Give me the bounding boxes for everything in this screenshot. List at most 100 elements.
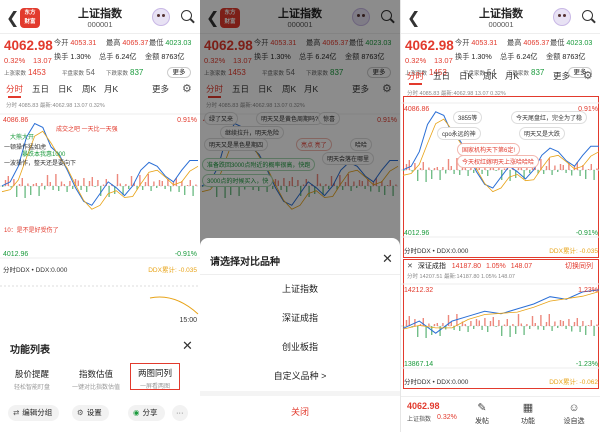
volume-bar [422, 162, 424, 170]
amount-stat: 金额 8763亿 [145, 52, 185, 61]
feature-price-alert[interactable]: 股价提醒 轻松智能盯盘 [8, 368, 56, 391]
compare-header: ✕ 深证成指 14187.80 1.05% 148.07 切换同列 [407, 261, 597, 271]
robot-avatar-icon[interactable] [553, 8, 571, 26]
volume-bar [10, 186, 12, 188]
volume-bar [509, 326, 511, 337]
volume-bar [403, 326, 405, 327]
volume-bar [512, 324, 514, 326]
option-custom[interactable]: 自定义品种 > [200, 369, 400, 382]
stock-code: 000001 [87, 20, 113, 29]
volume-bar [529, 170, 531, 173]
volume-bar [450, 166, 452, 170]
search-icon[interactable] [181, 10, 192, 21]
y-min-label: 13867.14 [404, 361, 433, 368]
switch-layout-button[interactable]: 切换同列 [565, 261, 593, 271]
option-shenzhen[interactable]: 深证成指 [200, 311, 400, 324]
feature-index-valuation[interactable]: 指数估值 一键对比指数估值 [70, 368, 122, 391]
volume-bar [576, 318, 578, 326]
tab-daily[interactable]: 日K [58, 83, 72, 95]
volume-bar [55, 174, 57, 186]
comment-tag: 一波操作，整天还是要向下 [4, 161, 77, 167]
quote-panel: 4062.98 0.32% 13.07 今开 4053.31 最高 4065.37 … [0, 36, 200, 80]
tab-more[interactable]: 更多 [152, 83, 169, 95]
volume-bar [442, 323, 444, 326]
tab-more[interactable]: 更多 [553, 70, 570, 82]
nav-functions[interactable]: ▦ 功能 [513, 402, 543, 426]
close-icon[interactable]: ✕ [182, 338, 193, 354]
volume-bar [411, 170, 413, 172]
search-icon[interactable] [582, 10, 593, 21]
panel-dual-chart: ❮ 上证指数 000001 4062.98 0.32% 13.07 今开 4053… [400, 0, 600, 432]
compare-chart[interactable]: 14212.32 1.23% 13867.14 -1.23% 分时DDX • DDX:0… [401, 280, 600, 388]
volume-bar [475, 319, 478, 326]
y-max-pct: 1.23% [578, 287, 598, 294]
nav-add-watchlist[interactable]: ☺ 设自选 [559, 402, 589, 426]
volume-bar [517, 314, 520, 326]
tab-monthly[interactable]: 月K [505, 70, 519, 82]
volume-bar [445, 170, 447, 174]
volume-bar [565, 170, 567, 173]
volume-bar [88, 181, 91, 186]
volume-bar [428, 167, 430, 170]
volume-bar [86, 186, 88, 192]
volume-stat: 总手 6.24亿 [500, 52, 538, 61]
tab-intraday[interactable]: 分时 [6, 83, 23, 98]
close-icon[interactable]: ✕ [382, 251, 393, 267]
volume-bar [425, 326, 427, 338]
volume-bar [100, 186, 102, 196]
settings-gear-icon[interactable]: ⚙ [182, 82, 192, 95]
cancel-button[interactable]: 关闭 [200, 405, 400, 418]
compare-pct: 1.05% [485, 263, 506, 270]
comment-pill: 明天又是大跌 [519, 127, 566, 140]
volume-bar [534, 323, 536, 326]
volume-bar [38, 186, 40, 196]
tab-weekly[interactable]: 周K [82, 83, 96, 95]
ddx-label: 分时DDX • DDX:0.000 [404, 246, 469, 255]
edit-group-button[interactable]: ⇄ 编辑分组 [8, 405, 60, 421]
volume-bar [596, 168, 598, 170]
tab-5day[interactable]: 五日 [32, 83, 49, 95]
last-price: 4062.98 [4, 38, 53, 53]
stock-code: 000001 [488, 20, 514, 29]
volume-bar [571, 326, 573, 332]
settings-button[interactable]: ⚙ 设置 [72, 405, 109, 421]
y-max-label: 4086.86 [404, 106, 429, 113]
volume-bar [503, 324, 506, 326]
option-shanghai[interactable]: 上证指数 [200, 282, 400, 295]
volume-bar [189, 180, 191, 186]
volume-bar [478, 320, 480, 326]
share-button[interactable]: ◉ 分享 [128, 405, 165, 421]
volume-bar [433, 324, 436, 326]
close-compare-icon[interactable]: ✕ [407, 263, 413, 270]
settings-gear-icon[interactable]: ⚙ [583, 69, 593, 82]
volume-bar [186, 185, 189, 186]
volume-bar [562, 321, 564, 326]
chart-tabs: 分时 五日 日K 周K 月K 更多 ⚙ [0, 83, 200, 100]
tab-weekly[interactable]: 周K [483, 70, 497, 82]
intraday-chart[interactable]: 4086.860.91%4012.96-0.91%分时DDX • DDX:0.0… [0, 108, 200, 324]
volume-bar [442, 167, 444, 170]
y-min-pct: -0.91% [175, 251, 197, 258]
volume-bar [431, 170, 433, 179]
robot-avatar-icon[interactable] [152, 8, 170, 26]
option-chinext[interactable]: 创业板指 [200, 340, 400, 353]
more-options-button[interactable]: ··· [172, 405, 188, 421]
volume-bar [503, 168, 506, 170]
nav-post[interactable]: ✎ 发帖 [467, 402, 497, 426]
volume-bar [447, 159, 450, 170]
tab-intraday[interactable]: 分时 [407, 70, 424, 85]
tab-5day[interactable]: 五日 [433, 70, 450, 82]
volume-bar [492, 317, 494, 326]
change-value: 13.07 [33, 56, 52, 65]
feature-dual-chart[interactable]: 两图同列 一屏看两图 [130, 363, 180, 390]
tab-daily[interactable]: 日K [459, 70, 473, 82]
tab-monthly[interactable]: 月K [104, 83, 118, 95]
volume-bar [579, 326, 581, 332]
open-stat: 今开 4053.31 [455, 38, 498, 47]
intraday-chart[interactable]: 4086.860.91%4012.96-0.91%分时DDX • DDX:0.0… [401, 97, 600, 257]
more-stats-button[interactable]: 更多 [167, 67, 191, 78]
volume-bar [7, 176, 9, 186]
volume-bar [69, 181, 71, 186]
volume-bar [559, 320, 562, 326]
volume-bar [405, 320, 408, 326]
